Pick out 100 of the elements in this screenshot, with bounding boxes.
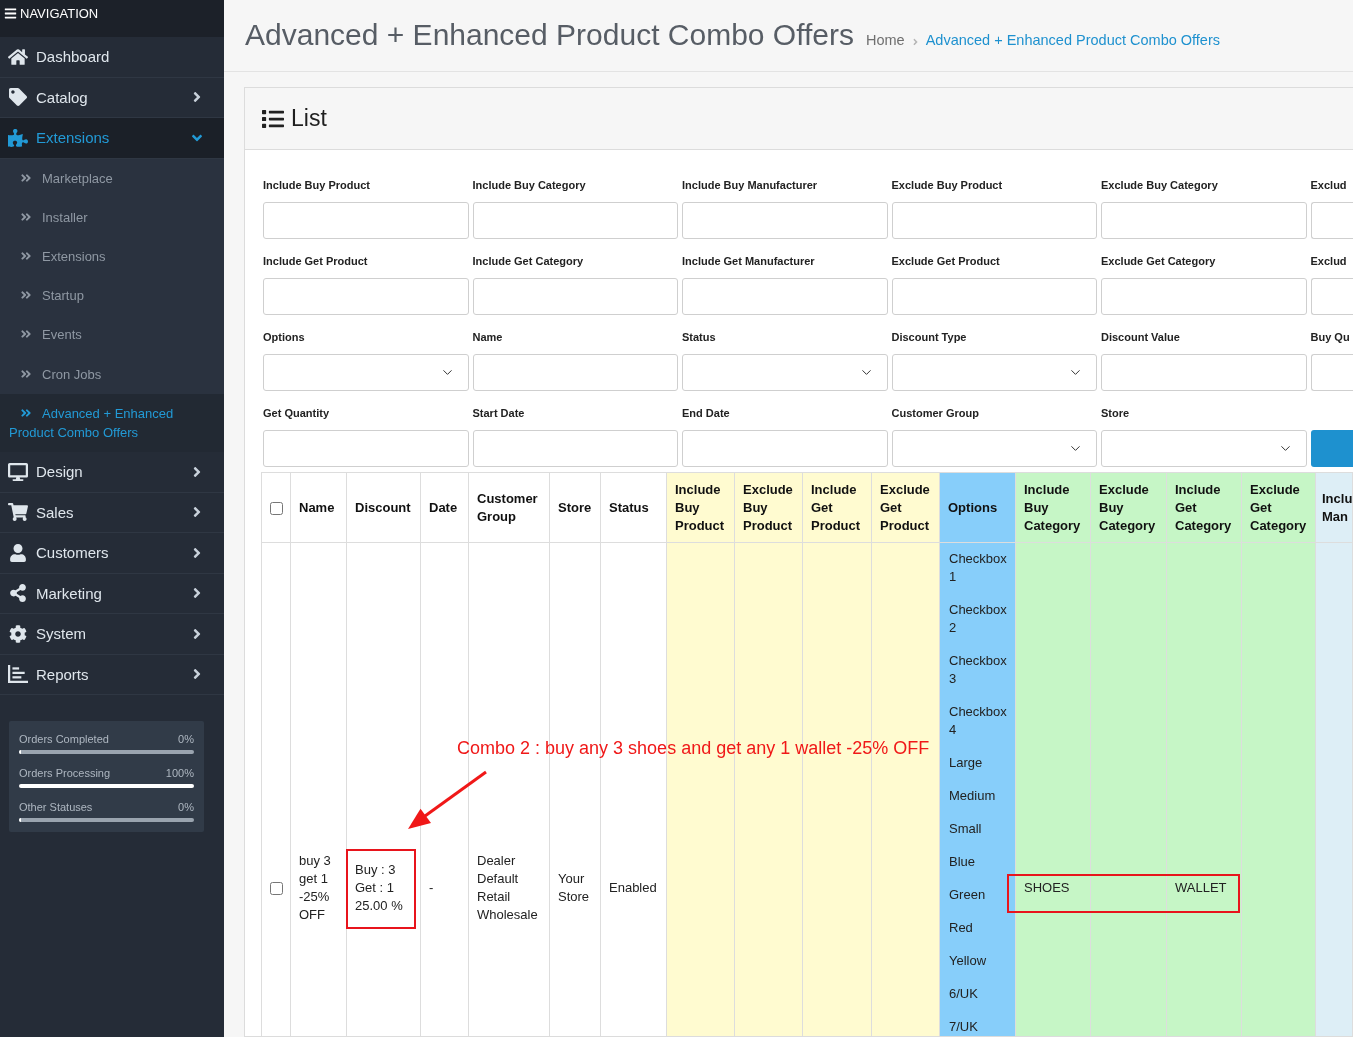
breadcrumb-link[interactable]: Home	[866, 32, 905, 48]
input-field[interactable]	[472, 202, 678, 239]
menu-icon[interactable]	[4, 7, 17, 20]
submenu-item[interactable]: Installer	[0, 197, 224, 237]
input-field[interactable]	[891, 278, 1097, 315]
field-label: Name	[472, 330, 504, 345]
column-header[interactable]: Discount	[346, 472, 421, 543]
field-label: Include Get Product	[263, 254, 369, 269]
tag-icon	[8, 88, 28, 107]
column-header[interactable]: Include Buy Category	[1015, 472, 1091, 543]
column-header[interactable]: Exclude Buy Product	[734, 472, 803, 543]
nav-item[interactable]: System	[0, 614, 224, 655]
column-header[interactable]: Status	[600, 472, 667, 543]
field-label: End Date	[682, 406, 731, 421]
column-header[interactable]: Include Buy Product	[666, 472, 735, 543]
input-field[interactable]	[1101, 354, 1307, 391]
input-field[interactable]	[891, 202, 1097, 239]
column-header[interactable]: Date	[420, 472, 469, 543]
nav-item[interactable]: Marketing	[0, 573, 224, 615]
submenu-item[interactable]: Advanced + Enhanced Product Combo Offers	[0, 393, 224, 453]
option-label: Yellow	[949, 952, 988, 970]
column-header[interactable]: Options	[939, 472, 1016, 543]
column-header[interactable]: Include Get Category	[1166, 472, 1242, 543]
select-field[interactable]	[891, 354, 1097, 391]
select-field[interactable]	[682, 354, 888, 391]
submenu-item[interactable]: Extensions	[0, 236, 224, 277]
column-header[interactable]: Store	[549, 472, 601, 543]
field-label: Discount Value	[1101, 330, 1181, 345]
submenu-item[interactable]: Events	[0, 315, 224, 355]
option-label: Checkbox 2	[949, 601, 1007, 637]
column-header[interactable]: Customer Group	[468, 472, 550, 543]
column-header[interactable]: Include Get Product	[802, 472, 872, 543]
double-chevron-icon	[20, 171, 32, 184]
double-chevron-icon	[20, 328, 32, 341]
user-icon	[8, 543, 28, 562]
checkbox[interactable]	[269, 501, 283, 515]
field-label: Get Quantity	[263, 406, 330, 421]
nav-item[interactable]: Design	[0, 452, 224, 493]
nav-item[interactable]: Extensions	[0, 118, 224, 159]
navigation-title: NAVIGATION	[20, 5, 99, 22]
double-chevron-icon	[20, 406, 32, 419]
input-field[interactable]	[682, 430, 888, 467]
option-label: Medium	[949, 787, 997, 805]
submenu-item[interactable]: Marketplace	[0, 158, 224, 198]
nav-item[interactable]: Sales	[0, 492, 224, 534]
input-field[interactable]	[682, 278, 888, 315]
field-label: Discount Type	[891, 330, 968, 345]
field-label: Include Buy Manufacturer	[682, 178, 819, 193]
field-label: Include Buy Product	[263, 178, 371, 193]
field-label: Exclud	[1310, 178, 1348, 193]
nav-item[interactable]: Reports	[0, 654, 224, 696]
select-field[interactable]	[1101, 430, 1307, 467]
double-chevron-icon	[20, 367, 32, 380]
field-label: Exclude Buy Product	[891, 178, 1004, 193]
input-field[interactable]	[682, 202, 888, 239]
nav-item[interactable]: Dashboard	[0, 37, 224, 78]
field-label: Include Get Category	[472, 254, 585, 269]
input-field[interactable]	[1101, 202, 1307, 239]
column-header[interactable]: Exclude Get Product	[871, 472, 940, 543]
double-chevron-icon	[20, 289, 32, 302]
checkbox[interactable]	[269, 881, 283, 895]
table-cell: Buy : 3 Get : 1 25.00 %	[346, 542, 421, 1036]
stat-label: Orders Processing	[19, 766, 111, 781]
select-field[interactable]	[263, 354, 469, 391]
input-field[interactable]	[263, 430, 469, 467]
stat-value: 0%	[178, 732, 194, 747]
input-field[interactable]	[1310, 278, 1353, 315]
field-label: Exclude Buy Category	[1101, 178, 1219, 193]
filter-button[interactable]	[1310, 430, 1353, 467]
input-field[interactable]	[1101, 278, 1307, 315]
select-field[interactable]	[891, 430, 1097, 467]
nav-item[interactable]: Customers	[0, 533, 224, 574]
share-icon	[8, 584, 28, 603]
input-field[interactable]	[263, 278, 469, 315]
field-label: Options	[263, 330, 306, 345]
column-header[interactable]: Name	[290, 472, 347, 543]
field-label: Customer Group	[891, 406, 980, 421]
column-header[interactable]: Exclude Buy Category	[1090, 472, 1167, 543]
option-label: Blue	[949, 853, 977, 871]
input-field[interactable]	[472, 430, 678, 467]
option-label: 7/UK	[949, 1018, 979, 1036]
submenu-item[interactable]: Startup	[0, 276, 224, 316]
column-header[interactable]: Inclu Man	[1315, 472, 1353, 543]
field-label: Buy Qu	[1310, 330, 1351, 345]
double-chevron-icon	[20, 249, 32, 262]
table-cell: buy 3 get 1 -25% OFF	[290, 542, 347, 1036]
field-label: Exclude Get Product	[891, 254, 1001, 269]
submenu-item[interactable]: Cron Jobs	[0, 354, 224, 394]
input-field[interactable]	[1310, 354, 1353, 391]
column-header[interactable]: Exclude Get Category	[1241, 472, 1316, 543]
table-cell: SHOES	[1015, 542, 1091, 1036]
input-field[interactable]	[472, 354, 678, 391]
input-field[interactable]	[1310, 202, 1353, 239]
settings-icon	[8, 624, 28, 643]
list-icon	[262, 107, 284, 130]
table-cell: WALLET	[1166, 542, 1242, 1036]
bar-chart-icon	[8, 665, 28, 684]
option-label: Checkbox 3	[949, 652, 1007, 688]
input-field[interactable]	[472, 278, 678, 315]
input-field[interactable]	[263, 202, 469, 239]
